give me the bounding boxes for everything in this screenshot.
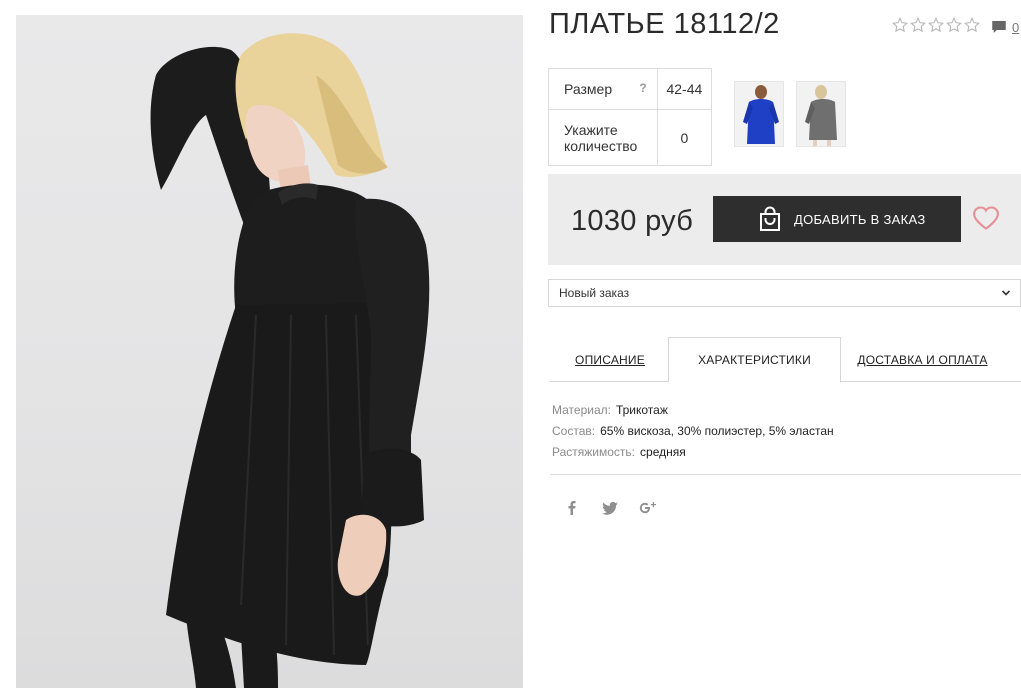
add-to-order-label: ДОБАВИТЬ В ЗАКАЗ: [794, 211, 926, 227]
tab-delivery-payment-label[interactable]: ДОСТАВКА И ОПЛАТА: [857, 353, 987, 367]
facebook-icon[interactable]: [562, 498, 582, 518]
size-label: Размер: [564, 81, 613, 97]
quantity-label: Укажите количество: [548, 109, 658, 166]
shopping-bag-icon: [760, 206, 780, 231]
product-tabs: ОПИСАНИЕ ХАРАКТЕРИСТИКИ ДОСТАВКА И ОПЛАТ…: [550, 337, 1021, 383]
divider: [550, 474, 1021, 475]
characteristic-key: Состав:: [552, 424, 596, 438]
star-icon[interactable]: [892, 17, 908, 33]
tab-description[interactable]: ОПИСАНИЕ: [560, 337, 660, 382]
characteristic-value: Трикотаж: [615, 403, 668, 417]
order-select[interactable]: Новый заказ: [548, 279, 1021, 307]
product-photo[interactable]: [16, 15, 523, 688]
buy-box: 1030 руб ДОБАВИТЬ В ЗАКАЗ: [548, 174, 1021, 265]
star-icon[interactable]: [946, 17, 962, 33]
comments-link[interactable]: 0: [990, 18, 1019, 36]
tab-delivery-payment[interactable]: ДОСТАВКА И ОПЛАТА: [855, 337, 990, 382]
comment-icon: [992, 21, 1006, 33]
characteristic-row: Растяжимость: средняя: [552, 442, 834, 463]
characteristic-value: 65% вискоза, 30% полиэстер, 5% эластан: [600, 424, 834, 438]
star-icon[interactable]: [928, 17, 944, 33]
star-icon[interactable]: [964, 17, 980, 33]
size-label-cell: Размер ?: [548, 68, 658, 110]
heart-icon[interactable]: [972, 204, 1000, 232]
twitter-icon[interactable]: [600, 498, 620, 518]
tab-description-label[interactable]: ОПИСАНИЕ: [575, 353, 645, 367]
characteristic-key: Материал:: [552, 403, 611, 417]
characteristics-list: Материал: Трикотаж Состав: 65% вискоза, 30…: [552, 400, 834, 463]
google-plus-icon[interactable]: [638, 498, 658, 518]
tab-characteristics[interactable]: ХАРАКТЕРИСТИКИ: [668, 337, 841, 383]
characteristic-value: средняя: [640, 445, 686, 459]
options-table: Размер ? 42-44 Укажите количество 0: [548, 68, 713, 166]
tab-characteristics-label[interactable]: ХАРАКТЕРИСТИКИ: [698, 353, 811, 367]
quantity-input[interactable]: 0: [656, 109, 713, 166]
grey-dress-thumbnail[interactable]: [796, 81, 846, 147]
add-to-order-button[interactable]: ДОБАВИТЬ В ЗАКАЗ: [713, 196, 961, 242]
comments-count[interactable]: 0: [1012, 20, 1019, 35]
characteristic-row: Состав: 65% вискоза, 30% полиэстер, 5% эл…: [552, 421, 834, 442]
characteristic-key: Растяжимость:: [552, 445, 636, 459]
product-title: ПЛАТЬЕ 18112/2: [549, 8, 780, 40]
characteristic-row: Материал: Трикотаж: [552, 400, 834, 421]
size-value[interactable]: 42-44: [656, 68, 713, 110]
price: 1030 руб: [571, 205, 694, 237]
model-in-black-dress-illustration: [150, 33, 430, 688]
order-select-value: Новый заказ: [559, 286, 630, 300]
share-links: [562, 498, 658, 518]
size-help-icon[interactable]: ?: [639, 81, 646, 95]
rating-stars[interactable]: [892, 17, 980, 33]
star-icon[interactable]: [910, 17, 926, 33]
blue-dress-thumbnail[interactable]: [734, 81, 784, 147]
chevron-down-icon: [1001, 290, 1011, 296]
color-thumbnails: [734, 81, 846, 147]
